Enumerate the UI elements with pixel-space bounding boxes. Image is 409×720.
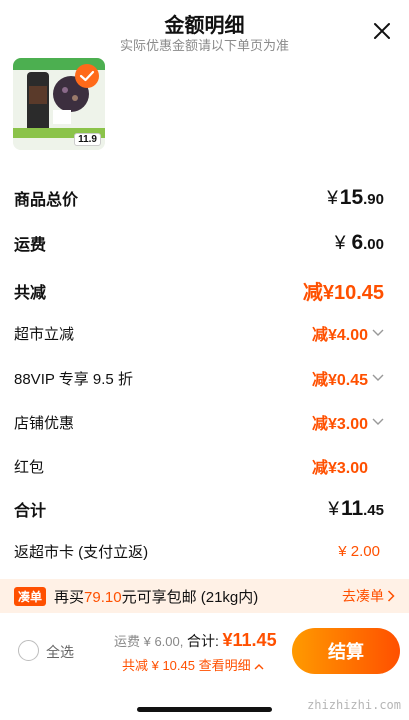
footer-summary: 运费 ¥ 6.00, 合计: ¥11.45 (114, 630, 277, 651)
supermarket-discount-row[interactable]: 超市立减 减¥4.00 (14, 321, 384, 345)
checkout-bar: 全选 运费 ¥ 6.00, 合计: ¥11.45 共减 ¥ 10.45 查看明细… (0, 622, 409, 720)
supermarket-discount-value: 减¥4.00 (311, 327, 368, 344)
vip-discount-row[interactable]: 88VIP 专享 9.5 折 减¥0.45 (14, 366, 384, 390)
shipping-row: 运费 ¥ 6 .00 (14, 231, 384, 255)
chevron-down-icon[interactable] (372, 374, 384, 382)
add-on-link[interactable]: 去凑单 (342, 586, 395, 606)
page-subtitle: 实际优惠金额请以下单页为准 (119, 38, 289, 53)
total-discount-value: 减¥10.45 (302, 282, 384, 304)
cashback-row: 返超市卡 (支付立返) ¥ 2.00 (14, 541, 384, 562)
add-on-tag: 凑单 (14, 586, 47, 606)
close-icon[interactable] (371, 20, 393, 42)
checkout-button[interactable]: 结算 (292, 628, 400, 674)
red-packet-row: 红包 减¥3.00 (14, 454, 384, 478)
footer-total-value: ¥11.45 (222, 630, 277, 650)
subtotal-label: 合计 (14, 503, 47, 520)
product-thumbnail: 11.9 (13, 58, 105, 150)
goods-total-row: 商品总价 ¥ 15 .90 (14, 186, 384, 210)
free-shipping-banner: 凑单 再买79.10元可享包邮 (21kg内) 去凑单 (0, 579, 409, 613)
store-discount-row[interactable]: 店铺优惠 减¥3.00 (14, 410, 384, 434)
shipping-label: 运费 (14, 237, 47, 254)
footer-shipping: 运费 ¥ 6.00, (114, 634, 184, 649)
footer-discount[interactable]: 共减 ¥ 10.45 查看明细 (122, 655, 264, 674)
footer-discount-text: 共减 ¥ 10.45 (122, 658, 195, 673)
vip-discount-value: 减¥0.45 (311, 372, 368, 389)
home-indicator (137, 707, 272, 712)
free-shipping-amount: 79.10 (84, 588, 122, 606)
chevron-right-icon (387, 590, 395, 602)
subtotal-row: 合计 ¥ 11 .45 (14, 497, 384, 521)
cashback-label: 返超市卡 (支付立返) (14, 544, 149, 561)
product-price-tag: 11.9 (74, 133, 101, 146)
goods-total-value: ¥ 15 .90 (327, 186, 384, 209)
free-shipping-text: 再买79.10元可享包邮 (21kg内) (54, 588, 259, 606)
chevron-down-icon[interactable] (372, 418, 384, 426)
watermark: zhizhizhi.com (307, 698, 401, 712)
checked-icon[interactable] (75, 64, 99, 88)
supermarket-discount-label: 超市立减 (14, 325, 75, 343)
red-packet-label: 红包 (14, 458, 45, 476)
chevron-up-icon[interactable] (254, 663, 264, 670)
store-discount-label: 店铺优惠 (14, 414, 75, 432)
footer-total-label: 合计: (187, 633, 219, 649)
vip-discount-label: 88VIP 专享 9.5 折 (14, 370, 133, 388)
subtotal-value: ¥ 11 .45 (328, 497, 384, 520)
select-all-checkbox[interactable] (18, 640, 39, 661)
page-title: 金额明细 (164, 15, 245, 37)
total-discount-label: 共减 (14, 284, 47, 302)
header: 金额明细 实际优惠金额请以下单页为准 (0, 0, 409, 55)
store-discount-value: 减¥3.00 (311, 416, 368, 433)
select-all-label[interactable]: 全选 (46, 642, 74, 662)
cashback-value: ¥ 2.00 (338, 543, 380, 560)
chevron-down-icon[interactable] (372, 329, 384, 337)
shipping-value: ¥ 6 .00 (334, 231, 384, 254)
total-discount-row: 共减 减¥10.45 (14, 276, 384, 305)
goods-total-label: 商品总价 (14, 192, 79, 209)
red-packet-value: 减¥3.00 (311, 460, 368, 477)
view-detail-link[interactable]: 查看明细 (199, 658, 251, 673)
